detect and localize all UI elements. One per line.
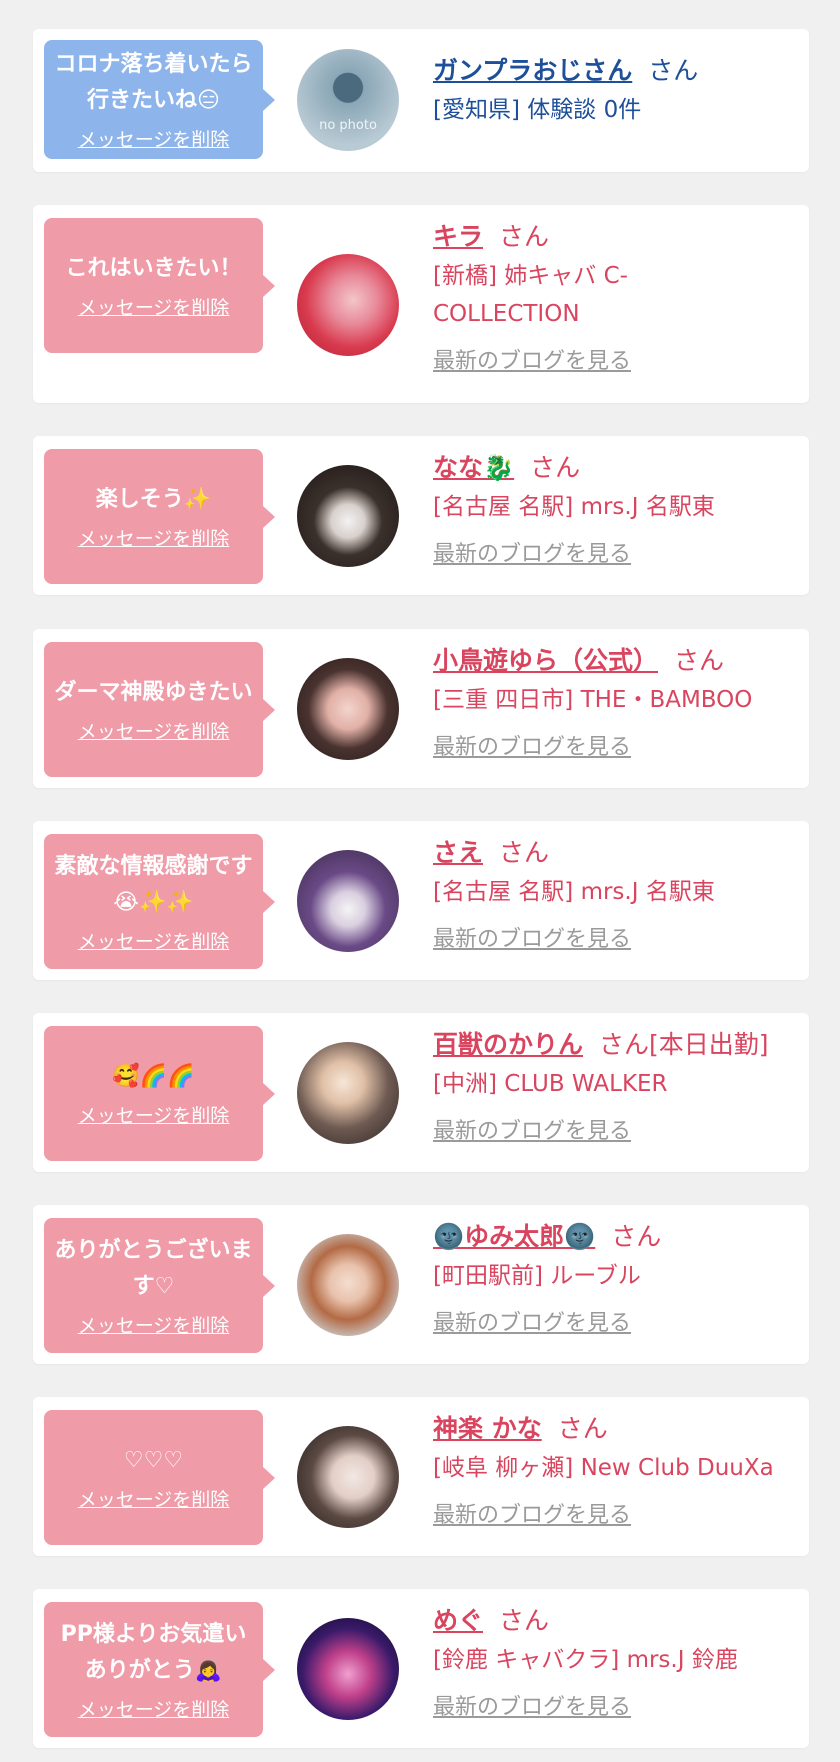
user-detail: [名古屋 名駅] mrs.J 名駅東 bbox=[433, 494, 715, 520]
latest-blog-link[interactable]: 最新のブログを見る bbox=[433, 1689, 795, 1721]
user-info: 🌚ゆみ太郎🌚 さん [町田駅前] ルーブル 最新のブログを見る bbox=[433, 1217, 795, 1337]
message-text: ありがとうございます♡ bbox=[54, 1238, 253, 1299]
avatar[interactable] bbox=[297, 850, 399, 952]
message-text: 素敵な情報感謝です😭✨✨ bbox=[54, 854, 253, 915]
message-text: ダーマ神殿ゆきたい bbox=[54, 680, 253, 705]
user-suffix: さん bbox=[499, 838, 550, 867]
user-info: 神楽 かな さん [岐阜 柳ヶ瀬] New Club DuuXa 最新のブログを見… bbox=[433, 1409, 795, 1529]
latest-blog-link[interactable]: 最新のブログを見る bbox=[433, 536, 795, 568]
avatar[interactable] bbox=[297, 1426, 399, 1528]
latest-blog-link[interactable]: 最新のブログを見る bbox=[433, 1497, 795, 1529]
avatar[interactable] bbox=[297, 1234, 399, 1336]
user-detail: [名古屋 名駅] mrs.J 名駅東 bbox=[433, 879, 715, 905]
user-suffix: さん bbox=[530, 453, 581, 482]
user-info: めぐ さん [鈴鹿 キャバクラ] mrs.J 鈴鹿 最新のブログを見る bbox=[433, 1601, 795, 1721]
user-name-link[interactable]: 神楽 かな bbox=[433, 1414, 542, 1443]
message-text: 🥰🌈🌈 bbox=[112, 1064, 195, 1089]
message-bubble: PP様よりお気遣いありがとう🙇‍♀️ メッセージを削除 bbox=[44, 1602, 275, 1737]
avatar[interactable] bbox=[297, 465, 399, 567]
delete-message-link[interactable]: メッセージを削除 bbox=[78, 1101, 230, 1128]
message-list: コロナ落ち着いたら行きたいね😑 メッセージを削除 no photo ガンプラおじ… bbox=[0, 0, 840, 1762]
message-text: 楽しそう✨ bbox=[95, 487, 212, 512]
avatar[interactable] bbox=[297, 658, 399, 760]
user-info: 百獣のかりん さん[本日出勤] [中洲] CLUB WALKER 最新のブログを見… bbox=[433, 1025, 795, 1145]
avatar[interactable] bbox=[297, 1042, 399, 1144]
latest-blog-link[interactable]: 最新のブログを見る bbox=[433, 1113, 795, 1145]
delete-message-link[interactable]: メッセージを削除 bbox=[78, 1485, 230, 1512]
user-name-link[interactable]: 🌚ゆみ太郎🌚 bbox=[433, 1222, 595, 1251]
user-name-link[interactable]: キラ bbox=[433, 222, 483, 251]
list-item: これはいきたい！ メッセージを削除 キラ さん [新橋] 姉キャバ C-COLLE… bbox=[33, 205, 809, 403]
list-item: 素敵な情報感謝です😭✨✨ メッセージを削除 さえ さん [名古屋 名駅] mrs.… bbox=[33, 821, 809, 980]
user-detail: [中洲] CLUB WALKER bbox=[433, 1071, 668, 1097]
user-info: ガンプラおじさん さん [愛知県] 体験談 0件 bbox=[433, 51, 795, 129]
delete-message-link[interactable]: メッセージを削除 bbox=[78, 524, 230, 551]
message-bubble: 楽しそう✨ メッセージを削除 bbox=[44, 449, 275, 584]
user-detail: [新橋] 姉キャバ C-COLLECTION bbox=[433, 263, 628, 327]
user-info: さえ さん [名古屋 名駅] mrs.J 名駅東 最新のブログを見る bbox=[433, 833, 795, 953]
avatar[interactable]: no photo bbox=[297, 49, 399, 151]
delete-message-link[interactable]: メッセージを削除 bbox=[78, 125, 230, 152]
user-detail: [町田駅前] ルーブル bbox=[433, 1263, 641, 1289]
user-name-link[interactable]: めぐ bbox=[433, 1606, 483, 1635]
user-detail: [愛知県] 体験談 0件 bbox=[433, 97, 642, 123]
message-bubble: 🥰🌈🌈 メッセージを削除 bbox=[44, 1026, 275, 1161]
message-text: PP様よりお気遣いありがとう🙇‍♀️ bbox=[60, 1622, 247, 1683]
list-item: ダーマ神殿ゆきたい メッセージを削除 小鳥遊ゆら（公式） さん [三重 四日市] … bbox=[33, 629, 809, 788]
latest-blog-link[interactable]: 最新のブログを見る bbox=[433, 921, 795, 953]
user-name-link[interactable]: 小鳥遊ゆら（公式） bbox=[433, 646, 658, 675]
user-name-link[interactable]: 百獣のかりん bbox=[433, 1030, 583, 1059]
message-bubble: ♡♡♡ メッセージを削除 bbox=[44, 1410, 275, 1545]
user-name-link[interactable]: なな🐉 bbox=[433, 453, 514, 482]
user-info: 小鳥遊ゆら（公式） さん [三重 四日市] THE・BAMBOO 最新のブログを見… bbox=[433, 641, 795, 761]
delete-message-link[interactable]: メッセージを削除 bbox=[78, 717, 230, 744]
user-suffix: さん bbox=[499, 222, 550, 251]
message-bubble: これはいきたい！ メッセージを削除 bbox=[44, 218, 275, 353]
list-item: PP様よりお気遣いありがとう🙇‍♀️ メッセージを削除 めぐ さん [鈴鹿 キャバ… bbox=[33, 1589, 809, 1748]
list-item: 🥰🌈🌈 メッセージを削除 百獣のかりん さん[本日出勤] [中洲] CLUB WA… bbox=[33, 1013, 809, 1172]
user-detail: [鈴鹿 キャバクラ] mrs.J 鈴鹿 bbox=[433, 1647, 738, 1673]
user-suffix: さん bbox=[611, 1222, 662, 1251]
message-bubble: 素敵な情報感謝です😭✨✨ メッセージを削除 bbox=[44, 834, 275, 969]
list-item: 楽しそう✨ メッセージを削除 なな🐉 さん [名古屋 名駅] mrs.J 名駅東 … bbox=[33, 436, 809, 595]
list-item: ありがとうございます♡ メッセージを削除 🌚ゆみ太郎🌚 さん [町田駅前] ルーブ… bbox=[33, 1205, 809, 1364]
user-name-link[interactable]: さえ bbox=[433, 838, 483, 867]
delete-message-link[interactable]: メッセージを削除 bbox=[78, 1695, 230, 1722]
delete-message-link[interactable]: メッセージを削除 bbox=[78, 1311, 230, 1338]
user-info: キラ さん [新橋] 姉キャバ C-COLLECTION 最新のブログを見る bbox=[433, 217, 795, 375]
message-bubble: ありがとうございます♡ メッセージを削除 bbox=[44, 1218, 275, 1353]
latest-blog-link[interactable]: 最新のブログを見る bbox=[433, 729, 795, 761]
list-item: コロナ落ち着いたら行きたいね😑 メッセージを削除 no photo ガンプラおじ… bbox=[33, 29, 809, 172]
delete-message-link[interactable]: メッセージを削除 bbox=[78, 293, 230, 320]
latest-blog-link[interactable]: 最新のブログを見る bbox=[433, 343, 795, 375]
message-text: これはいきたい！ bbox=[65, 256, 242, 281]
message-bubble: ダーマ神殿ゆきたい メッセージを削除 bbox=[44, 642, 275, 777]
user-detail: [三重 四日市] THE・BAMBOO bbox=[433, 687, 753, 713]
list-item: ♡♡♡ メッセージを削除 神楽 かな さん [岐阜 柳ヶ瀬] New Club D… bbox=[33, 1397, 809, 1556]
avatar[interactable] bbox=[297, 254, 399, 356]
user-suffix: さん[本日出勤] bbox=[599, 1030, 769, 1059]
latest-blog-link[interactable]: 最新のブログを見る bbox=[433, 1305, 795, 1337]
message-bubble: コロナ落ち着いたら行きたいね😑 メッセージを削除 bbox=[44, 40, 275, 159]
avatar-placeholder-text: no photo bbox=[319, 118, 377, 133]
message-text: コロナ落ち着いたら行きたいね😑 bbox=[54, 52, 253, 113]
user-info: なな🐉 さん [名古屋 名駅] mrs.J 名駅東 最新のブログを見る bbox=[433, 448, 795, 568]
user-suffix: さん bbox=[499, 1606, 550, 1635]
user-suffix: さん bbox=[674, 646, 725, 675]
user-suffix: さん bbox=[557, 1414, 608, 1443]
message-text: ♡♡♡ bbox=[123, 1448, 184, 1473]
user-name-link[interactable]: ガンプラおじさん bbox=[433, 56, 632, 85]
user-suffix: さん bbox=[648, 56, 699, 85]
user-detail: [岐阜 柳ヶ瀬] New Club DuuXa bbox=[433, 1455, 774, 1481]
avatar[interactable] bbox=[297, 1618, 399, 1720]
delete-message-link[interactable]: メッセージを削除 bbox=[78, 927, 230, 954]
